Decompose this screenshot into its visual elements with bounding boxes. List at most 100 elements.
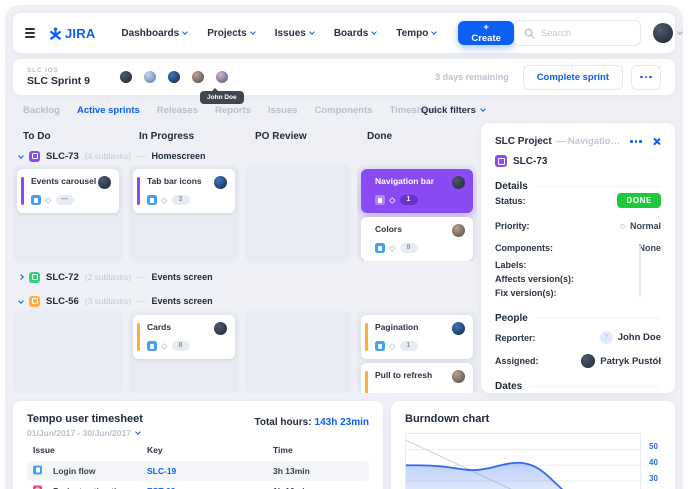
avatar bbox=[452, 322, 465, 335]
sprint-meta: SLC IOS SLC Sprint 9 bbox=[27, 67, 90, 87]
story-icon bbox=[147, 195, 157, 205]
chevron-down-icon bbox=[677, 29, 683, 35]
avatar bbox=[214, 176, 227, 189]
chevron-down-icon bbox=[182, 29, 188, 35]
estimate-pill: — bbox=[56, 195, 74, 205]
sprint-name: SLC Sprint 9 bbox=[27, 75, 90, 87]
swimlane-header-slc-56[interactable]: SLC-56 (3 subtasks) — Events screen bbox=[19, 295, 213, 307]
col-header-time: Time bbox=[273, 445, 293, 455]
column-header-todo: To Do bbox=[23, 131, 51, 142]
search-input[interactable] bbox=[541, 28, 631, 39]
avatar[interactable] bbox=[190, 69, 206, 85]
story-type-icon bbox=[29, 272, 40, 283]
story-icon bbox=[33, 466, 42, 475]
timesheet-date-range[interactable]: 01/Jun/2017 - 30/Jun/2017 bbox=[27, 428, 369, 438]
nav-item-issues[interactable]: Issues bbox=[275, 28, 314, 39]
nav-item-projects[interactable]: Projects bbox=[207, 28, 254, 39]
card-accent bbox=[137, 323, 140, 351]
column-header-in-progress: In Progress bbox=[139, 131, 194, 142]
panel-scrollbar[interactable] bbox=[639, 245, 641, 297]
kanban-column-track: Events carousel — bbox=[13, 165, 123, 261]
more-button[interactable] bbox=[631, 65, 661, 90]
tab-reports[interactable]: Reports bbox=[215, 105, 251, 116]
sprint-header: SLC IOS SLC Sprint 9 John Doe 3 days rem… bbox=[13, 59, 675, 95]
complete-sprint-button[interactable]: Complete sprint bbox=[523, 65, 623, 90]
table-row[interactable]: Login flow SLC-19 3h 13min bbox=[27, 461, 369, 481]
tab-releases[interactable]: Releases bbox=[157, 105, 198, 116]
story-icon bbox=[31, 195, 41, 205]
swimlane-header-slc-73[interactable]: SLC-73 (4 subtasks) — Homescreen bbox=[19, 150, 206, 162]
project-label: SLC IOS bbox=[27, 67, 90, 74]
search-box[interactable] bbox=[514, 20, 641, 46]
panel-more-icon[interactable] bbox=[630, 140, 642, 143]
jira-logo-icon bbox=[49, 27, 62, 40]
kanban-column-track: Navigation bar 1 Colors 8 bbox=[357, 165, 477, 261]
burndown-panel: Burndown chart 50 40 30 20 bbox=[391, 401, 675, 489]
card-accent bbox=[365, 323, 368, 351]
search-icon bbox=[524, 28, 535, 39]
tab-components[interactable]: Components bbox=[314, 105, 372, 116]
table-row[interactable]: Project estimation EST-63 1h 10min bbox=[27, 481, 369, 489]
main-nav: Dashboards Projects Issues Boards Tempo bbox=[121, 28, 436, 39]
nav-item-tempo[interactable]: Tempo bbox=[396, 28, 436, 39]
story-type-icon bbox=[29, 151, 40, 162]
avatar[interactable] bbox=[214, 69, 230, 85]
nav-item-boards[interactable]: Boards bbox=[334, 28, 376, 39]
y-tick-label: 50 bbox=[649, 442, 669, 451]
close-icon[interactable] bbox=[652, 137, 661, 146]
board-tabs: Backlog Active sprints Releases Reports … bbox=[13, 99, 675, 121]
people-section-label: People bbox=[495, 313, 528, 324]
avatar[interactable] bbox=[118, 69, 134, 85]
estimate-pill: 1 bbox=[400, 341, 418, 351]
kanban-column-track: Pagination 1 Pull to refresh bbox=[357, 311, 477, 393]
estimate-pill: 1 bbox=[400, 195, 418, 205]
priority-icon bbox=[161, 343, 167, 349]
nav-item-dashboards[interactable]: Dashboards bbox=[121, 28, 187, 39]
app-canvas: JIRA Dashboards Projects Issues Boards T… bbox=[5, 5, 683, 489]
card-accent bbox=[365, 371, 368, 393]
avatar bbox=[452, 224, 465, 237]
board-card[interactable]: Pull to refresh bbox=[361, 363, 473, 393]
avatar bbox=[452, 370, 465, 383]
y-tick-label: 40 bbox=[649, 458, 669, 467]
jira-logo[interactable]: JIRA bbox=[49, 26, 95, 41]
avatar[interactable] bbox=[166, 69, 182, 85]
swimlane-header-slc-72[interactable]: SLC-72 (2 subtasks) — Events screen bbox=[19, 271, 213, 283]
board-card-selected[interactable]: Navigation bar 1 bbox=[361, 169, 473, 213]
estimate-pill: 8 bbox=[400, 243, 418, 253]
board-card[interactable]: Tab bar icons 3 bbox=[133, 169, 235, 213]
avatar[interactable] bbox=[142, 69, 158, 85]
hamburger-menu-icon[interactable] bbox=[25, 28, 35, 38]
priority-normal-icon bbox=[620, 224, 625, 229]
burndown-title: Burndown chart bbox=[405, 413, 661, 425]
avatar bbox=[581, 354, 595, 368]
top-navbar: JIRA Dashboards Projects Issues Boards T… bbox=[13, 13, 675, 53]
kanban-board: To Do In Progress PO Review Done SLC-73 … bbox=[13, 123, 477, 393]
quick-filters-dropdown[interactable]: Quick filters bbox=[421, 105, 485, 116]
chevron-down-icon bbox=[18, 153, 24, 159]
col-header-key: Key bbox=[147, 445, 163, 455]
kanban-column-track: Cards 8 bbox=[129, 311, 239, 393]
timesheet-panel: Tempo user timesheet 01/Jun/2017 - 30/Ju… bbox=[13, 401, 383, 489]
story-icon bbox=[147, 341, 157, 351]
chevron-down-icon bbox=[431, 29, 437, 35]
kanban-column-track bbox=[245, 165, 351, 261]
board-card[interactable]: Events carousel — bbox=[17, 169, 119, 213]
estimation-icon bbox=[33, 486, 42, 489]
board-card[interactable]: Colors 8 bbox=[361, 217, 473, 261]
details-issue-title: — Navigation bar bbox=[556, 136, 625, 147]
chevron-down-icon bbox=[309, 29, 315, 35]
board-card[interactable]: Pagination 1 bbox=[361, 315, 473, 359]
tab-backlog[interactable]: Backlog bbox=[23, 105, 60, 116]
user-menu[interactable] bbox=[653, 23, 682, 43]
card-accent bbox=[21, 177, 24, 205]
dates-section-label: Dates bbox=[495, 381, 522, 392]
issue-key-link[interactable]: SLC-19 bbox=[147, 466, 176, 476]
estimate-pill: 3 bbox=[172, 195, 190, 205]
tab-active-sprints[interactable]: Active sprints bbox=[77, 105, 140, 116]
kanban-column-track bbox=[13, 311, 123, 393]
create-button[interactable]: + Create bbox=[458, 21, 514, 45]
tab-issues[interactable]: Issues bbox=[268, 105, 298, 116]
chevron-down-icon bbox=[480, 106, 486, 112]
board-card[interactable]: Cards 8 bbox=[133, 315, 235, 359]
